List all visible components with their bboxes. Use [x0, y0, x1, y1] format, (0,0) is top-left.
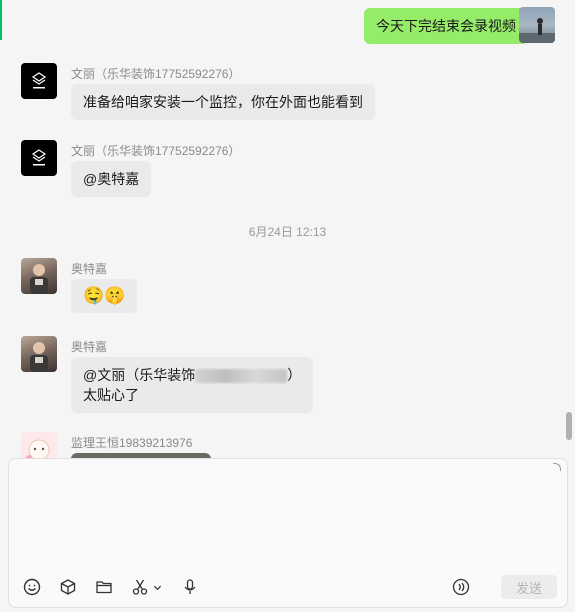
- sender-name: 文丽（乐华装饰17752592276）: [71, 67, 241, 81]
- person-silhouette-icon: [519, 18, 555, 43]
- send-button[interactable]: 发送: [501, 575, 557, 599]
- wenli-avatar[interactable]: [21, 140, 57, 176]
- message-bubble[interactable]: 准备给咱家安装一个监控，你在外面也能看到: [71, 84, 375, 120]
- aotejia-avatar[interactable]: [21, 336, 57, 372]
- sender-name: 奥特嘉: [71, 262, 108, 276]
- sender-name: 文丽（乐华装饰17752592276）: [71, 144, 241, 158]
- timestamp-divider: 6月24日 12:13: [248, 225, 327, 239]
- person-photo-icon: [30, 264, 48, 294]
- sender-name: 奥特嘉: [71, 340, 108, 354]
- message-text: @奥特嘉: [83, 171, 140, 187]
- chevron-down-icon[interactable]: [150, 577, 164, 597]
- voice-call-icon[interactable]: [451, 577, 471, 597]
- my-message-bubble[interactable]: 今天下完结束会录视频: [364, 8, 528, 44]
- chat-message-area[interactable]: 今天下完结束会录视频 文丽（乐华装饰17752592276） 准备给咱家安装一个…: [0, 0, 575, 458]
- microphone-icon[interactable]: [180, 577, 200, 597]
- message-text: 准备给咱家安装一个监控，你在外面也能看到: [83, 94, 363, 110]
- my-avatar[interactable]: [519, 7, 555, 43]
- wenli-avatar[interactable]: [21, 63, 57, 99]
- aotejia-avatar[interactable]: [21, 258, 57, 294]
- message-text-close: ）: [287, 367, 302, 383]
- scrollbar-thumb[interactable]: [566, 412, 572, 440]
- person-photo-icon: [30, 342, 48, 372]
- message-bubble[interactable]: @奥特嘉: [71, 161, 152, 197]
- folder-icon[interactable]: [94, 577, 114, 597]
- supervisor-avatar[interactable]: [21, 432, 57, 458]
- message-text-line1: @文丽（乐华装饰: [83, 367, 196, 383]
- emoji-message-bubble[interactable]: 🤤🤫: [71, 279, 138, 313]
- message-text: 今天下完结束会录视频: [376, 18, 516, 34]
- emoji-icon[interactable]: [22, 577, 42, 597]
- scissors-icon[interactable]: [130, 577, 150, 597]
- message-bubble[interactable]: @文丽（乐华装饰 ） 太贴心了: [71, 357, 314, 413]
- redacted-phone: [195, 369, 288, 384]
- cube-icon[interactable]: [58, 577, 78, 597]
- company-logo-icon: [31, 72, 47, 89]
- cartoon-avatar-icon: [26, 439, 50, 458]
- sender-name: 监理王恒19839213976: [71, 436, 193, 450]
- message-composer[interactable]: 发送: [8, 458, 568, 608]
- message-text-line2: 太贴心了: [83, 387, 139, 403]
- active-indicator: [0, 0, 2, 40]
- company-logo-icon: [31, 149, 47, 166]
- message-input[interactable]: [21, 469, 551, 559]
- resize-handle-icon[interactable]: [553, 463, 561, 471]
- message-emoji: 🤤🤫: [83, 286, 126, 305]
